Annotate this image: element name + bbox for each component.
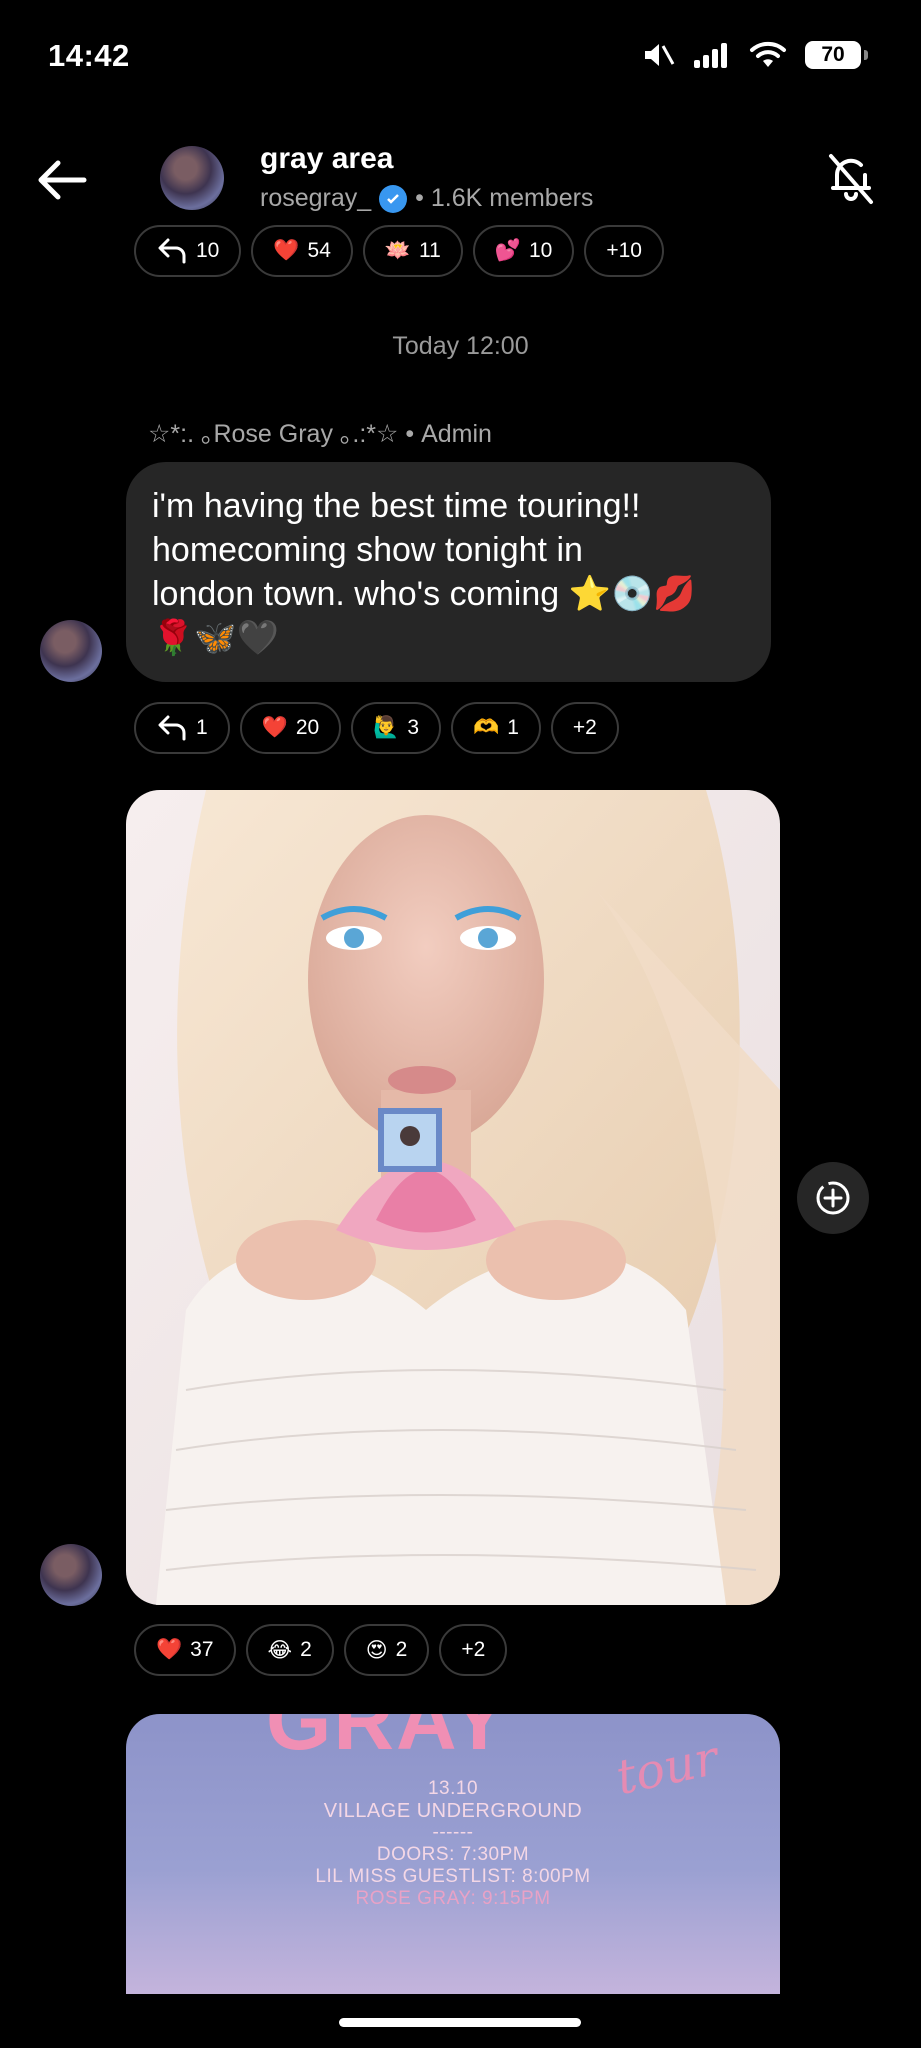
reaction-heart[interactable]: ❤️ 54 xyxy=(251,225,353,277)
poster-support: LIL MISS GUESTLIST: 8:00PM xyxy=(315,1866,591,1887)
reaction-lotus[interactable]: 🪷 11 xyxy=(362,225,463,277)
message-line: 🌹🦋🖤 xyxy=(152,619,280,657)
poster-divider: ------ xyxy=(432,1822,474,1843)
verified-badge-icon xyxy=(379,184,408,213)
reaction-heart-hands[interactable]: 🫶 1 xyxy=(451,702,541,754)
sender-name[interactable]: ☆*:. ｡Rose Gray ｡.:*☆ • Admin xyxy=(148,414,492,450)
reaction-count: 2 xyxy=(395,1638,408,1661)
reaction-heart[interactable]: ❤️ 37 xyxy=(134,1624,236,1676)
reaction-more[interactable]: +2 xyxy=(550,702,619,754)
reaction-count: 11 xyxy=(419,239,441,262)
reaction-count: 37 xyxy=(190,1638,214,1661)
notifications-muted-icon[interactable] xyxy=(821,148,881,208)
reaction-count: 2 xyxy=(300,1638,312,1661)
battery-indicator: 70 xyxy=(805,41,868,69)
reaction-count: 1 xyxy=(196,716,208,739)
reaction-more[interactable]: +2 xyxy=(439,1624,508,1676)
heart-icon: ❤️ xyxy=(261,716,288,739)
status-icons: 70 xyxy=(641,40,868,70)
photo-message[interactable] xyxy=(126,790,780,1605)
sender-avatar[interactable] xyxy=(40,620,102,682)
reaction-count: 1 xyxy=(507,716,519,739)
message-line: london town. who's coming ⭐💿💋 xyxy=(152,575,696,613)
wifi-icon xyxy=(750,41,786,67)
poster-date: 13.10 xyxy=(427,1778,479,1799)
reaction-reply[interactable]: 10 xyxy=(134,225,242,277)
lotus-icon: 🪷 xyxy=(384,239,412,262)
photo-portrait xyxy=(126,790,780,1605)
reaction-count: 10 xyxy=(196,239,220,262)
photo-reactions: ❤️ 37 😂 2 😍 2 +2 xyxy=(134,1624,508,1676)
group-subtitle[interactable]: rosegray_ • 1.6K members xyxy=(260,184,593,213)
cellular-signal-icon xyxy=(694,43,727,68)
message-line: homecoming show tonight in xyxy=(152,531,583,569)
more-reactions-count: +10 xyxy=(606,239,642,262)
reaction-heart-eyes[interactable]: 😍 2 xyxy=(343,1624,430,1676)
raising-hand-icon: 🙋‍♂️ xyxy=(373,716,400,739)
reply-icon xyxy=(158,715,186,741)
heart-eyes-icon: 😍 xyxy=(365,1638,388,1662)
reaction-heart[interactable]: ❤️ 20 xyxy=(239,702,342,754)
more-reactions-count: +2 xyxy=(572,716,597,739)
heart-icon: ❤️ xyxy=(273,239,300,262)
heart-hands-icon: 🫶 xyxy=(473,716,500,739)
group-avatar[interactable] xyxy=(160,146,224,210)
laughing-icon: 😂 xyxy=(267,1638,293,1662)
message-bubble[interactable]: i'm having the best time touring!! homec… xyxy=(126,462,771,682)
reaction-count: 20 xyxy=(295,716,320,739)
reaction-reply[interactable]: 1 xyxy=(134,702,230,754)
date-separator: Today 12:00 xyxy=(392,332,529,360)
member-count: • 1.6K members xyxy=(415,184,594,212)
owner-handle: rosegray_ xyxy=(260,184,372,212)
sender-avatar[interactable] xyxy=(40,1544,102,1606)
group-title[interactable]: gray area xyxy=(260,142,393,176)
reaction-raising-hand[interactable]: 🙋‍♂️ 3 xyxy=(351,702,442,754)
reaction-laughing[interactable]: 😂 2 xyxy=(245,1624,334,1676)
poster-details: 13.10 VILLAGE UNDERGROUND ------ DOORS: … xyxy=(126,1778,780,1910)
status-time: 14:42 xyxy=(48,38,130,73)
sparkling-heart-icon: 💕 xyxy=(494,239,521,262)
message-line: i'm having the best time touring!! xyxy=(152,487,641,525)
poster-doors: DOORS: 7:30PM xyxy=(376,1844,530,1865)
reaction-sparkling-heart[interactable]: 💕 10 xyxy=(472,225,575,277)
save-to-collection-button[interactable] xyxy=(797,1162,869,1234)
back-arrow-icon[interactable] xyxy=(32,150,92,210)
reaction-count: 3 xyxy=(407,716,420,739)
heart-icon: ❤️ xyxy=(156,1638,183,1661)
reaction-more[interactable]: +10 xyxy=(584,225,664,277)
home-indicator[interactable] xyxy=(339,2018,581,2027)
more-reactions-count: +2 xyxy=(461,1638,486,1661)
poster-venue: VILLAGE UNDERGROUND xyxy=(323,1800,583,1822)
poster-headliner: ROSE GRAY: 9:15PM xyxy=(355,1888,551,1909)
tour-poster-message[interactable]: GRAY tour 13.10 VILLAGE UNDERGROUND ----… xyxy=(126,1714,780,1994)
poster-title: GRAY xyxy=(266,1714,509,1767)
add-circle-dashed-icon xyxy=(816,1181,850,1215)
silent-mode-icon xyxy=(645,44,675,66)
reaction-count: 10 xyxy=(529,239,553,262)
message-reactions: 1 ❤️ 20 🙋‍♂️ 3 🫶 1 +2 xyxy=(134,702,619,754)
reaction-count: 54 xyxy=(307,239,331,262)
reply-icon xyxy=(158,238,186,264)
previous-message-reactions: 10 ❤️ 54 🪷 11 💕 10 +10 xyxy=(134,225,664,277)
